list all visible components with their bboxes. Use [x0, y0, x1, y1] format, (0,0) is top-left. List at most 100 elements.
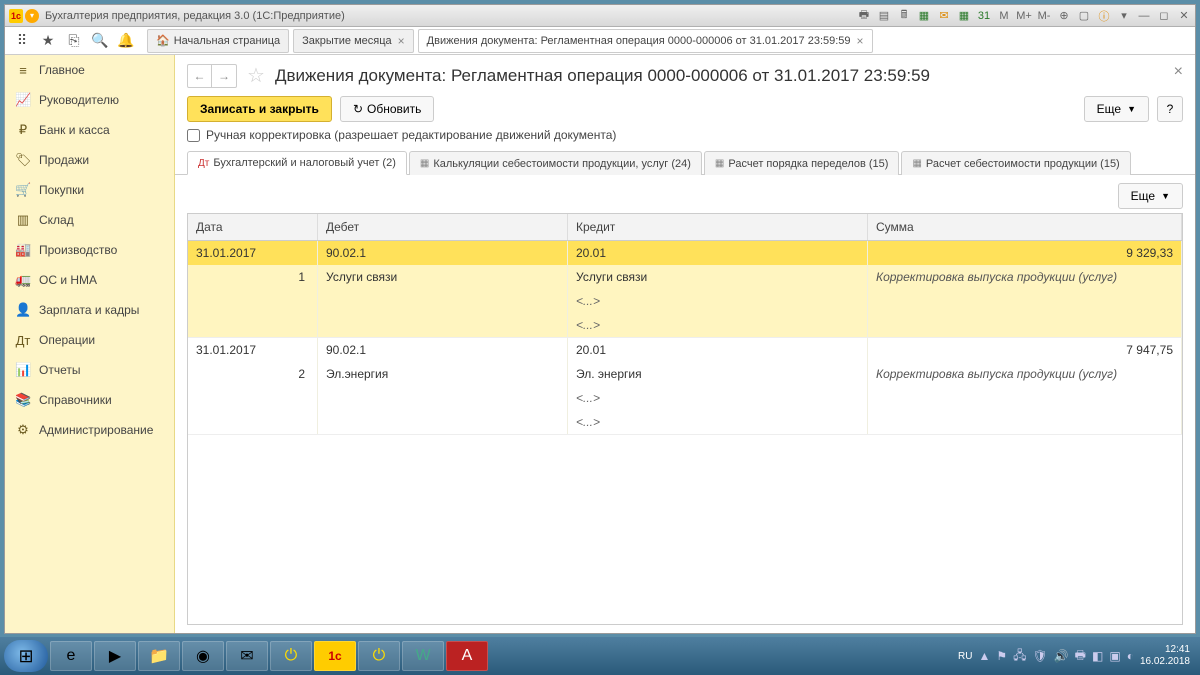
subtab-calc[interactable]: ▦Калькуляции себестоимости продукции, ус… [409, 151, 702, 175]
task-ie[interactable]: e [50, 641, 92, 671]
subtab-order[interactable]: ▦Расчет порядка переделов (15) [704, 151, 900, 175]
col-sum[interactable]: Сумма [868, 214, 1182, 240]
bell-icon[interactable]: 🔔 [115, 30, 137, 52]
zoom-icon[interactable]: ⊕ [1057, 9, 1071, 23]
task-explorer[interactable]: 📁 [138, 641, 180, 671]
close-icon[interactable]: × [857, 34, 864, 48]
clock[interactable]: 12:41 16.02.2018 [1140, 644, 1190, 668]
info-drop-icon[interactable]: ▾ [1117, 9, 1131, 23]
sidebar-item-warehouse[interactable]: ▥Склад [5, 205, 174, 235]
cell-subdebit: Эл.энергия [318, 362, 568, 386]
sidebar-item-main[interactable]: ≡Главное [5, 55, 174, 85]
cell-desc: Корректировка выпуска продукции (услуг) [868, 362, 1182, 386]
subtab-cost[interactable]: ▦Расчет себестоимости продукции (15) [901, 151, 1130, 175]
calendar-icon[interactable]: 31 [977, 9, 991, 23]
action-bar: Записать и закрыть ↻Обновить Еще▼ ? [175, 96, 1195, 128]
forward-icon[interactable]: → [212, 65, 236, 87]
sidebar-item-admin[interactable]: ⚙Администрирование [5, 415, 174, 445]
task-outlook[interactable]: ✉ [226, 641, 268, 671]
col-debit[interactable]: Дебет [318, 214, 568, 240]
sidebar-item-label: Банк и касса [39, 123, 110, 137]
task-media[interactable]: ▶ [94, 641, 136, 671]
books-icon: 📚 [15, 392, 31, 408]
cell-date: 31.01.2017 [188, 241, 318, 265]
maximize-icon[interactable]: ◻ [1157, 9, 1171, 23]
tray-net-icon[interactable]: 🖧 [1013, 646, 1026, 667]
col-credit[interactable]: Кредит [568, 214, 868, 240]
tray-misc-icon[interactable]: ◐ [1127, 649, 1134, 663]
info-icon[interactable]: ⓘ [1097, 9, 1111, 23]
tab-home[interactable]: 🏠Начальная страница [147, 29, 289, 53]
tray-printer-icon[interactable]: 🖶 [1075, 646, 1086, 667]
apps-icon[interactable]: ⠿ [11, 30, 33, 52]
sidebar-item-sales[interactable]: 🏷Продажи [5, 145, 174, 175]
close-window-icon[interactable]: ✕ [1177, 9, 1191, 23]
cell-desc: Корректировка выпуска продукции (услуг) [868, 265, 1182, 289]
sidebar-item-operations[interactable]: ДтОперации [5, 325, 174, 355]
start-button[interactable]: ⊞ [4, 640, 48, 672]
chevron-down-icon: ▼ [1127, 104, 1136, 114]
close-icon[interactable]: × [398, 34, 405, 48]
sidebar-item-purchases[interactable]: 🛒Покупки [5, 175, 174, 205]
lang-indicator[interactable]: RU [958, 651, 972, 662]
favorite-icon[interactable]: ☆ [247, 63, 265, 88]
tray-misc-icon[interactable]: ◧ [1092, 649, 1103, 663]
task-word[interactable]: W [402, 641, 444, 671]
table-row[interactable]: 31.01.2017 90.02.1 20.01 9 329,33 1 Услу… [188, 241, 1182, 338]
tray-shield-icon[interactable]: 🛡 [1032, 649, 1047, 663]
refresh-button[interactable]: ↻Обновить [340, 96, 434, 122]
main-toolbar: ⠿ ★ ⎘ 🔍 🔔 🏠Начальная страница Закрытие м… [5, 27, 1195, 55]
table-more-button[interactable]: Еще▼ [1118, 183, 1183, 209]
more-button[interactable]: Еще▼ [1084, 96, 1149, 122]
m-plus-icon[interactable]: M+ [1017, 9, 1031, 23]
task-chrome[interactable]: ◉ [182, 641, 224, 671]
m-icon[interactable]: M [997, 9, 1011, 23]
col-date[interactable]: Дата [188, 214, 318, 240]
doc-icon[interactable]: ▤ [877, 9, 891, 23]
save-close-button[interactable]: Записать и закрыть [187, 96, 332, 122]
task-power2[interactable]: ⏻ [358, 641, 400, 671]
dropdown-icon[interactable]: ▾ [25, 9, 39, 23]
sidebar-item-hr[interactable]: 👤Зарплата и кадры [5, 295, 174, 325]
tray-flag-icon[interactable]: ▲ [978, 649, 990, 663]
cell-dots: <...> [568, 386, 868, 410]
task-1c[interactable]: 1c [314, 641, 356, 671]
help-button[interactable]: ? [1157, 96, 1183, 122]
excel-icon[interactable]: ▦ [917, 9, 931, 23]
sidebar-item-assets[interactable]: 🚛ОС и НМА [5, 265, 174, 295]
back-icon[interactable]: ← [188, 65, 212, 87]
print-icon[interactable]: 🖶 [857, 9, 871, 23]
sidebar-item-manager[interactable]: 📈Руководителю [5, 85, 174, 115]
tab-movements[interactable]: Движения документа: Регламентная операци… [418, 29, 873, 53]
tray-misc-icon[interactable]: ▣ [1109, 649, 1120, 663]
clipboard-icon[interactable]: ⎘ [63, 30, 85, 52]
close-page-icon[interactable]: × [1174, 63, 1183, 81]
manual-edit-checkbox[interactable] [187, 129, 200, 142]
task-pdf[interactable]: A [446, 641, 488, 671]
star-icon[interactable]: ★ [37, 30, 59, 52]
sidebar-item-bank[interactable]: ₽Банк и касса [5, 115, 174, 145]
subtab-accounting[interactable]: ДтБухгалтерский и налоговый учет (2) [187, 151, 407, 175]
m-minus-icon[interactable]: M- [1037, 9, 1051, 23]
grid-icon[interactable]: ▦ [957, 9, 971, 23]
box-icon[interactable]: ▢ [1077, 9, 1091, 23]
sidebar-item-reports[interactable]: 📊Отчеты [5, 355, 174, 385]
mail-icon[interactable]: ✉ [937, 9, 951, 23]
task-power1[interactable]: ⏻ [270, 641, 312, 671]
search-icon[interactable]: 🔍 [89, 30, 111, 52]
titlebar: 1c ▾ Бухгалтерия предприятия, редакция 3… [5, 5, 1195, 27]
table-row[interactable]: 31.01.2017 90.02.1 20.01 7 947,75 2 Эл.э… [188, 338, 1182, 435]
tab-monthclose[interactable]: Закрытие месяца× [293, 29, 414, 53]
tray-flag-icon[interactable]: ⚑ [996, 649, 1007, 663]
app-icon: 1c [9, 9, 23, 23]
sidebar-item-production[interactable]: 🏭Производство [5, 235, 174, 265]
cell-empty: . [318, 410, 568, 434]
calc-icon[interactable]: 🖩 [897, 9, 911, 23]
sidebar-item-label: Продажи [39, 153, 89, 167]
tray-sound-icon[interactable]: 🔊 [1054, 649, 1069, 663]
sidebar: ≡Главное 📈Руководителю ₽Банк и касса 🏷Пр… [5, 55, 175, 633]
cell-subcredit: Эл. энергия [568, 362, 868, 386]
minimize-icon[interactable]: — [1137, 9, 1151, 23]
table-icon: ▦ [912, 158, 921, 169]
sidebar-item-catalogs[interactable]: 📚Справочники [5, 385, 174, 415]
